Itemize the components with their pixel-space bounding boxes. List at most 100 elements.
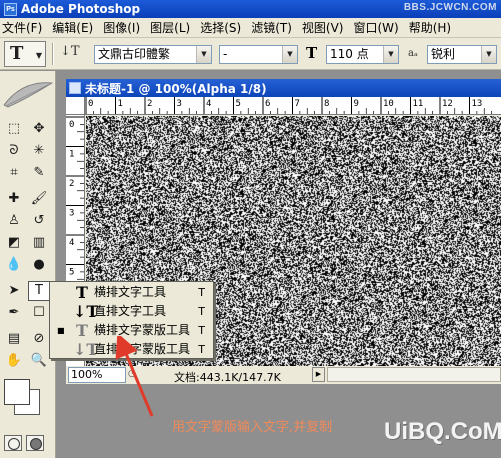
brush-tool-icon[interactable]: 🖌: [28, 189, 50, 209]
ruler-label: 4: [206, 99, 211, 109]
forum-watermark: BBS.JCWCN.COM: [403, 2, 497, 13]
antialias-value: 锐利: [431, 47, 456, 61]
horizontal-ruler[interactable]: 0 1 2 3 4 5 6 7 8 9 10 11 12 13: [85, 97, 501, 115]
flyout-item-shortcut: T: [198, 324, 205, 337]
chevron-down-icon: ▼: [481, 46, 496, 63]
site-watermark: UiBQ.CoM: [384, 418, 501, 445]
font-size-select[interactable]: 110 点 ▼: [326, 45, 399, 64]
font-style-value: -: [223, 47, 228, 61]
chevron-down-icon: ▼: [383, 46, 398, 63]
foreground-color-swatch[interactable]: [4, 379, 30, 405]
menu-edit[interactable]: 编辑(E): [50, 19, 101, 36]
flyout-item-vertical-type[interactable]: ↓T 直排文字工具 T: [50, 302, 213, 321]
toolbox: ⬚ ✥ ᘐ ✳ ⌗ ✎ ✚ 🖌 ♙ ↺ ◩ ▥ 💧 ● ➤ T ✒ ☐ ▤ ⊘ …: [0, 71, 56, 458]
standard-mode-button[interactable]: [4, 435, 22, 451]
path-selection-icon[interactable]: ➤: [3, 281, 25, 301]
ruler-label: 1: [69, 150, 74, 160]
shape-tool-icon[interactable]: ☐: [28, 303, 50, 323]
menu-layer[interactable]: 图层(L): [148, 19, 198, 36]
flyout-item-label: 直排文字工具: [94, 304, 167, 318]
font-style-select[interactable]: - ▼: [219, 45, 298, 64]
dodge-tool-icon[interactable]: ●: [28, 255, 50, 275]
font-family-value: 文鼎古印體繁: [98, 47, 171, 61]
type-mask-vertical-icon: ↓T: [73, 340, 99, 359]
selected-bullet-icon: ■: [57, 326, 65, 335]
ruler-label: 4: [69, 238, 74, 248]
eraser-tool-icon[interactable]: ◩: [3, 233, 25, 253]
flyout-item-horizontal-type[interactable]: T 横排文字工具 T: [50, 283, 213, 302]
options-bar: T ▼ ↓T 文鼎古印體繁 ▼ - ▼ T 110 点 ▼ aₐ 锐利 ▼: [0, 38, 501, 70]
menu-help[interactable]: 帮助(H): [407, 19, 459, 36]
ruler-label: 10: [383, 99, 394, 109]
ruler-label: 1: [118, 99, 123, 109]
photoshop-logo-icon: Ps: [4, 2, 17, 16]
history-brush-icon[interactable]: ↺: [28, 211, 50, 231]
type-mask-horizontal-icon: T: [76, 321, 88, 340]
type-tool-icon: T: [10, 43, 24, 64]
chevron-down-icon: ▼: [196, 46, 211, 63]
menu-window[interactable]: 窗口(W): [351, 19, 406, 36]
menu-bar: 文件(F) 编辑(E) 图像(I) 图层(L) 选择(S) 滤镜(T) 视图(V…: [0, 18, 501, 38]
crop-tool-icon[interactable]: ⌗: [3, 163, 25, 183]
ruler-label: 6: [265, 99, 270, 109]
play-arrow-icon[interactable]: ▶: [312, 367, 325, 382]
ruler-label: 5: [69, 268, 74, 278]
menu-file[interactable]: 文件(F): [0, 19, 50, 36]
ruler-label: 8: [324, 99, 329, 109]
app-titlebar: Ps Adobe Photoshop BBS.JCWCN.COM: [0, 0, 501, 18]
ruler-label: 0: [88, 99, 93, 109]
ruler-origin[interactable]: [66, 97, 85, 115]
gradient-tool-icon[interactable]: ▥: [28, 233, 50, 253]
slice-tool-icon[interactable]: ✎: [28, 163, 50, 183]
flyout-item-shortcut: T: [198, 305, 205, 318]
ruler-label: 9: [354, 99, 359, 109]
lasso-tool-icon[interactable]: ᘐ: [3, 141, 25, 161]
ruler-label: 2: [147, 99, 152, 109]
ruler-label: 13: [472, 99, 483, 109]
type-tool-icon[interactable]: T: [28, 281, 50, 301]
antialias-select[interactable]: 锐利 ▼: [427, 45, 497, 64]
options-divider: [52, 43, 54, 65]
move-tool-icon[interactable]: ✥: [28, 119, 50, 139]
quick-mask-mode-button[interactable]: [26, 435, 44, 451]
ruler-label: 3: [177, 99, 182, 109]
blur-tool-icon[interactable]: 💧: [3, 255, 25, 275]
ruler-label: 11: [413, 99, 424, 109]
healing-brush-icon[interactable]: ✚: [3, 189, 25, 209]
antialias-icon: aₐ: [408, 48, 418, 59]
flyout-item-shortcut: T: [198, 286, 205, 299]
font-family-select[interactable]: 文鼎古印體繁 ▼: [94, 45, 212, 64]
ruler-label: 2: [69, 179, 74, 189]
app-title: Adobe Photoshop: [21, 2, 141, 16]
pen-tool-icon[interactable]: ✒: [3, 303, 25, 323]
document-size-info[interactable]: 文档:443.1K/147.7K: [174, 369, 281, 385]
flyout-item-label: 横排文字工具: [94, 285, 167, 299]
font-size-icon: T: [306, 44, 318, 62]
tool-preset-picker[interactable]: T ▼: [4, 41, 46, 67]
zoom-tool-icon[interactable]: 🔍: [28, 351, 50, 371]
menu-filter[interactable]: 滤镜(T): [249, 19, 300, 36]
eyedropper-icon[interactable]: ⊘: [28, 329, 50, 349]
menu-select[interactable]: 选择(S): [198, 19, 249, 36]
marquee-tool-icon[interactable]: ⬚: [3, 119, 25, 139]
chevron-down-icon: ▼: [282, 46, 297, 63]
notes-tool-icon[interactable]: ▤: [3, 329, 25, 349]
document-icon: [69, 82, 81, 94]
flyout-item-shortcut: T: [198, 343, 205, 356]
ruler-label: 7: [295, 99, 300, 109]
document-title: 未标题-1 @ 100%(Alpha 1/8): [85, 81, 267, 96]
hand-tool-icon[interactable]: ✋: [3, 351, 25, 371]
document-titlebar[interactable]: 未标题-1 @ 100%(Alpha 1/8): [66, 79, 501, 97]
clone-stamp-icon[interactable]: ♙: [3, 211, 25, 231]
menu-view[interactable]: 视图(V): [300, 19, 352, 36]
type-horizontal-icon: T: [76, 283, 88, 302]
menu-image[interactable]: 图像(I): [101, 19, 148, 36]
annotation-arrow-icon: [115, 336, 154, 417]
type-vertical-icon: ↓T: [73, 302, 99, 321]
magic-wand-icon[interactable]: ✳: [28, 141, 50, 161]
feather-logo-icon: [3, 82, 54, 108]
ruler-label: 5: [236, 99, 241, 109]
horizontal-scrollbar[interactable]: [327, 367, 501, 382]
chevron-down-icon: ▼: [35, 51, 42, 60]
text-orientation-toggle-icon[interactable]: ↓T: [60, 44, 82, 64]
